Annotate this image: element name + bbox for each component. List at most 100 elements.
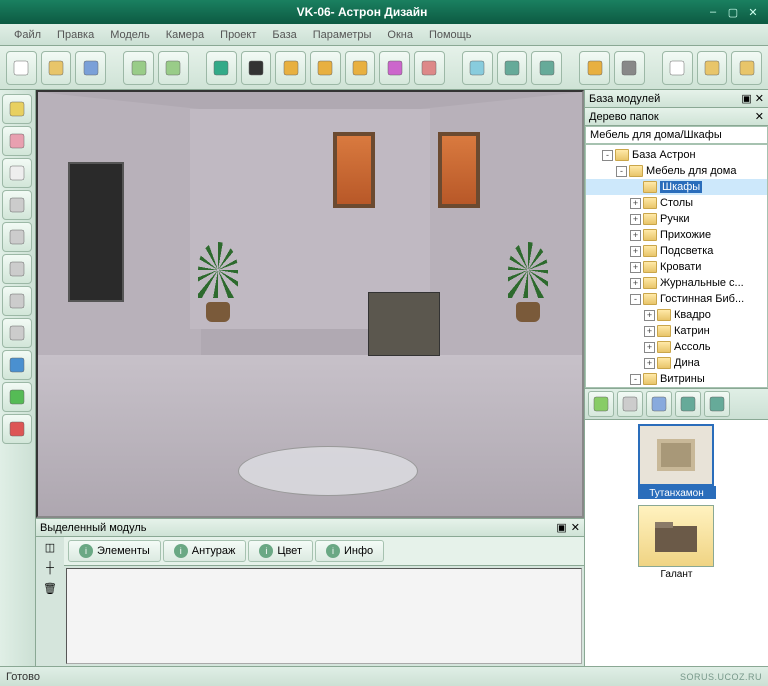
cube-back-button[interactable] <box>2 254 32 284</box>
menu-правка[interactable]: Правка <box>49 27 102 43</box>
tab-элементы[interactable]: iЭлементы <box>68 540 161 562</box>
tree-node[interactable]: +Ассоль <box>586 339 767 355</box>
tree-node[interactable]: +Дина <box>586 355 767 371</box>
cube-iso-button[interactable] <box>2 222 32 252</box>
tab-label: Антураж <box>192 545 236 557</box>
thumbnail-item[interactable]: Тутанхамон <box>638 424 716 499</box>
export-r-button[interactable] <box>731 51 762 85</box>
hand-button[interactable] <box>579 51 610 85</box>
menu-файл[interactable]: Файл <box>6 27 49 43</box>
cube-pink-button[interactable] <box>2 126 32 156</box>
color-wheel-button[interactable] <box>379 51 410 85</box>
move-button[interactable] <box>275 51 306 85</box>
panel-close-button[interactable]: ✕ <box>755 110 764 123</box>
page-button[interactable] <box>662 51 693 85</box>
mirror-icon[interactable]: ◫ <box>45 541 55 554</box>
search-button[interactable] <box>646 391 672 417</box>
panel-title: Выделенный модуль <box>40 522 146 534</box>
tree-toggle-icon[interactable]: + <box>630 278 641 289</box>
list-view-button[interactable] <box>704 391 730 417</box>
menu-камера[interactable]: Камера <box>158 27 212 43</box>
redo-button[interactable] <box>158 51 189 85</box>
cube-white-button[interactable] <box>2 158 32 188</box>
cube-front-button[interactable] <box>2 190 32 220</box>
tab-цвет[interactable]: iЦвет <box>248 540 313 562</box>
tree-toggle-icon[interactable]: + <box>644 326 655 337</box>
tree-toggle-icon[interactable]: - <box>630 294 641 305</box>
folder-tree[interactable]: -База Астрон-Мебель для домаШкафы+Столы+… <box>585 144 768 388</box>
up-folder-button[interactable] <box>588 391 614 417</box>
grid-button[interactable] <box>614 51 645 85</box>
maximize-button[interactable]: ▢ <box>724 4 742 20</box>
status-text: Готово <box>6 671 40 683</box>
menu-параметры[interactable]: Параметры <box>305 27 380 43</box>
tree-node[interactable]: +Катрин <box>586 323 767 339</box>
grid-view-button[interactable] <box>675 391 701 417</box>
tree-node[interactable]: +Квадро <box>586 307 767 323</box>
arrow-down-button[interactable] <box>2 350 32 380</box>
tab-антураж[interactable]: iАнтураж <box>163 540 247 562</box>
tree-toggle-icon[interactable]: + <box>630 230 641 241</box>
thumbnail-list[interactable]: ТутанхамонГалант <box>585 420 768 666</box>
tree-toggle-icon[interactable]: + <box>644 342 655 353</box>
mirror-h-button[interactable] <box>497 51 528 85</box>
save-button[interactable] <box>75 51 106 85</box>
tree-toggle-icon[interactable]: + <box>630 262 641 273</box>
menu-проект[interactable]: Проект <box>212 27 264 43</box>
flip-button[interactable] <box>531 51 562 85</box>
select-frame-button[interactable] <box>206 51 237 85</box>
tree-node[interactable]: +Кровати <box>586 259 767 275</box>
undo-button[interactable] <box>123 51 154 85</box>
export-l-button[interactable] <box>697 51 728 85</box>
thumbnail-item[interactable]: Галант <box>638 505 716 580</box>
module-button[interactable] <box>617 391 643 417</box>
preview-toolbar <box>585 388 768 420</box>
cube-y-button[interactable] <box>2 94 32 124</box>
new-button[interactable] <box>6 51 37 85</box>
panel-close-button[interactable]: ✕ <box>755 92 764 105</box>
tree-node[interactable]: +Столы <box>586 195 767 211</box>
tree-node[interactable]: +Подсветка <box>586 243 767 259</box>
rotate-free-button[interactable] <box>345 51 376 85</box>
panel-undock-button[interactable]: ▣ <box>556 521 566 534</box>
arrow-right-red-button[interactable] <box>2 414 32 444</box>
panel-undock-button[interactable]: ▣ <box>741 92 751 105</box>
tree-toggle-icon[interactable]: + <box>630 246 641 257</box>
cube-persp-button[interactable] <box>2 286 32 316</box>
trash-icon[interactable]: 🗑 <box>43 582 57 595</box>
tree-node[interactable]: +Прихожие <box>586 227 767 243</box>
tree-toggle-icon[interactable]: - <box>616 166 627 177</box>
folder-icon <box>643 293 657 305</box>
tree-node[interactable]: -Витрины <box>586 371 767 387</box>
tree-toggle-icon[interactable]: + <box>644 358 655 369</box>
tree-toggle-icon[interactable]: + <box>630 198 641 209</box>
menu-окна[interactable]: Окна <box>379 27 421 43</box>
tree-node[interactable]: +Ручки <box>586 211 767 227</box>
rotate-90-button[interactable] <box>310 51 341 85</box>
slider-icon[interactable]: ┼ <box>46 562 54 574</box>
arrow-up-green-button[interactable] <box>2 382 32 412</box>
menu-база[interactable]: База <box>264 27 304 43</box>
pointer-button[interactable] <box>241 51 272 85</box>
tree-node[interactable]: -База Астрон <box>586 147 767 163</box>
tree-toggle-icon[interactable]: - <box>602 150 613 161</box>
tree-node[interactable]: Шкафы <box>586 179 767 195</box>
menu-модель[interactable]: Модель <box>102 27 157 43</box>
open-button[interactable] <box>41 51 72 85</box>
minimize-button[interactable]: – <box>704 4 722 20</box>
tree-toggle-icon[interactable]: + <box>644 310 655 321</box>
tree-node[interactable]: -Мебель для дома <box>586 163 767 179</box>
tree-toggle-icon[interactable]: + <box>630 214 641 225</box>
cube-wire-button[interactable] <box>2 318 32 348</box>
tab-icon: i <box>79 544 93 558</box>
tree-toggle-icon[interactable]: - <box>630 374 641 385</box>
door-button[interactable] <box>414 51 445 85</box>
tree-node[interactable]: +Журнальные с... <box>586 275 767 291</box>
paint-button[interactable] <box>462 51 493 85</box>
panel-close-button[interactable]: ✕ <box>571 521 580 534</box>
menu-помощь[interactable]: Помощь <box>421 27 480 43</box>
tree-node[interactable]: -Гостинная Биб... <box>586 291 767 307</box>
3d-viewport[interactable] <box>36 90 584 518</box>
close-button[interactable]: ✕ <box>744 4 762 20</box>
tab-инфо[interactable]: iИнфо <box>315 540 384 562</box>
